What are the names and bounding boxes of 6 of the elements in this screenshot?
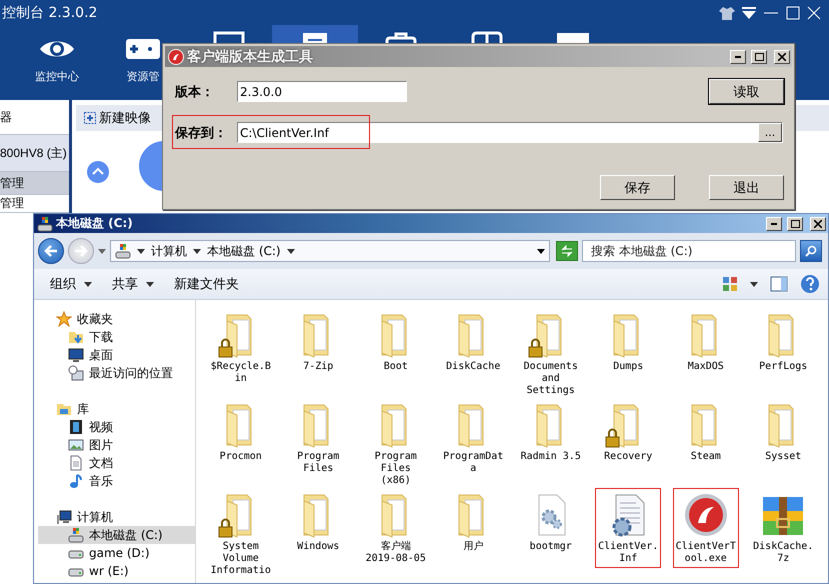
field-label: 版本： bbox=[175, 84, 215, 100]
window-title: 客户端版本生成工具 bbox=[187, 48, 314, 66]
section-header: 管理 bbox=[0, 172, 69, 195]
window-title: 控制台 2.3.0.2 bbox=[2, 4, 98, 22]
field-label: 保存到： bbox=[175, 124, 228, 142]
window-title: 本地磁盘 (C:) bbox=[56, 215, 134, 232]
